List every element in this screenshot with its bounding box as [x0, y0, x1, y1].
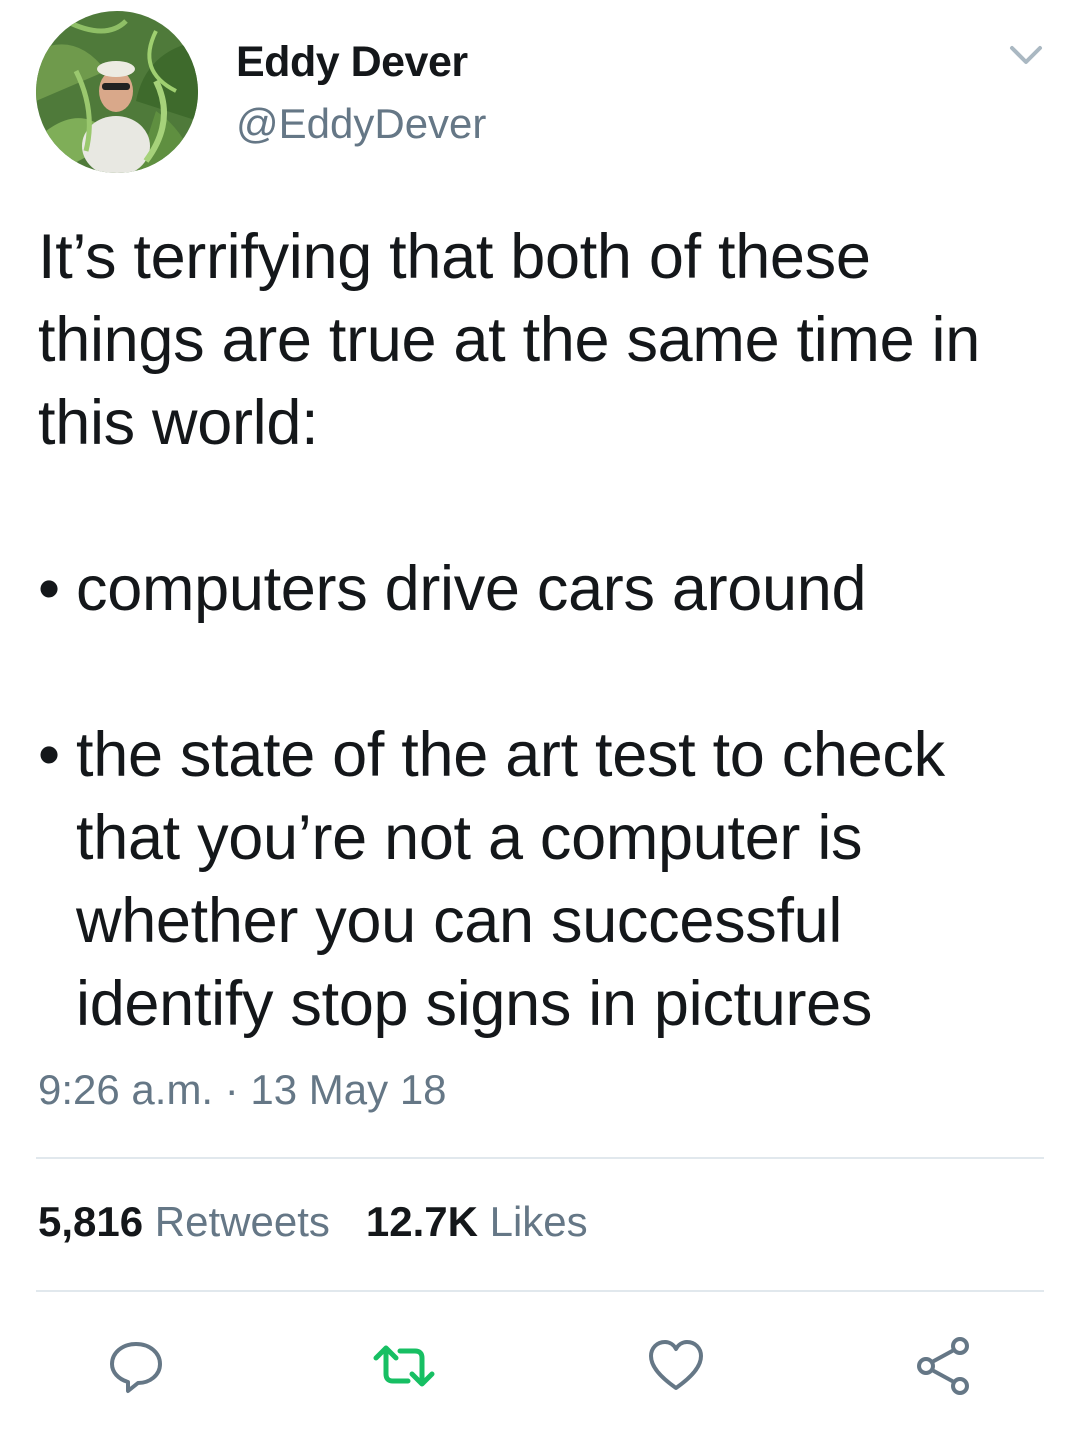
retweet-button[interactable]: [368, 1330, 440, 1402]
like-icon: [649, 1340, 703, 1390]
tweet-intro: It’s terrifying that both of these thing…: [38, 222, 998, 458]
tweet-timestamp[interactable]: 9:26 a.m. · 13 May 18: [38, 1066, 447, 1114]
retweets-stat[interactable]: 5,816 Retweets: [38, 1198, 330, 1245]
like-button[interactable]: [640, 1330, 712, 1402]
share-button[interactable]: [908, 1330, 980, 1402]
likes-label: Likes: [489, 1198, 588, 1245]
retweet-icon: [373, 1345, 435, 1387]
share-icon: [917, 1337, 969, 1395]
likes-count: 12.7K: [365, 1198, 478, 1245]
reply-icon: [110, 1342, 162, 1393]
chevron-down-icon[interactable]: [1006, 40, 1046, 70]
divider: [36, 1157, 1044, 1159]
tweet-stats: 5,816 Retweets 12.7K Likes: [38, 1198, 624, 1246]
tweet-bullet-2: the state of the art test to check that …: [38, 714, 1048, 1046]
likes-stat[interactable]: 12.7K Likes: [366, 1198, 588, 1245]
retweets-count: 5,816: [38, 1198, 144, 1245]
display-name[interactable]: Eddy Dever: [236, 38, 468, 87]
avatar-photo: [36, 11, 198, 173]
reply-button[interactable]: [100, 1330, 172, 1402]
retweets-label: Retweets: [154, 1198, 330, 1245]
user-handle[interactable]: @EddyDever: [236, 100, 486, 148]
tweet-bullet-1: computers drive cars around: [38, 548, 1048, 631]
avatar[interactable]: [36, 11, 198, 173]
tweet-text: It’s terrifying that both of these thing…: [38, 216, 1048, 1046]
divider: [36, 1290, 1044, 1292]
